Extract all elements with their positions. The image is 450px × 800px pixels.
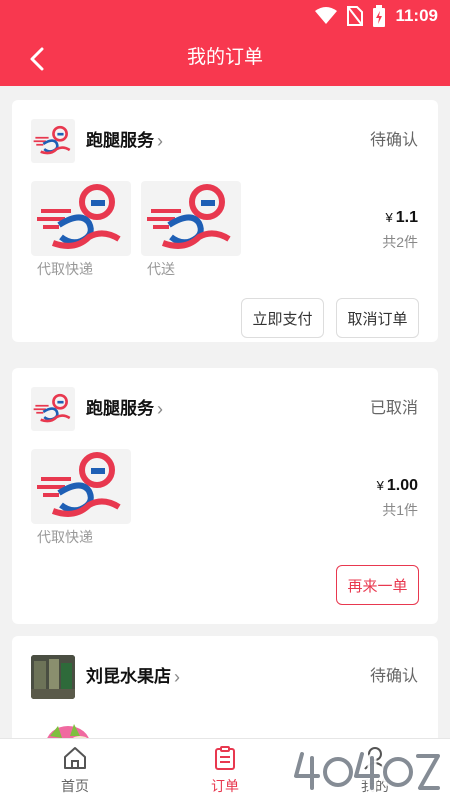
navigation-bar: 我的订单 (0, 32, 450, 86)
item-image (31, 449, 131, 524)
runner-logo-icon (33, 393, 71, 423)
store-logo (31, 387, 75, 431)
store-name-link[interactable]: 刘昆水果店 › (86, 666, 180, 688)
status-bar: 11:09 (0, 0, 450, 32)
fruit-item-image (40, 716, 120, 738)
order-item[interactable]: 代取快递 (31, 449, 131, 546)
runner-logo-icon (37, 184, 121, 249)
store-name: 跑腿服务 (86, 131, 154, 150)
store-name-link[interactable]: 跑腿服务 › (86, 398, 163, 420)
price-value: 1.1 (395, 209, 418, 226)
item-label: 代取快递 (37, 261, 93, 277)
wifi-icon (315, 7, 338, 24)
currency-symbol: ¥ (385, 210, 393, 225)
item-label: 代送 (147, 261, 175, 277)
cancel-order-button[interactable]: 取消订单 (336, 298, 419, 338)
order-card[interactable]: 跑腿服务 › 待确认 代取快递 代送 ¥ 1.1 共2件 立即支付 取消订单 (12, 100, 438, 342)
runner-logo-icon (37, 452, 121, 517)
watermark-logo (291, 744, 443, 796)
watermark-logo-icon (291, 749, 443, 793)
home-icon (64, 747, 86, 769)
dragon-fruit-icon (47, 724, 89, 738)
order-icon (215, 746, 235, 770)
store-name: 刘昆水果店 (86, 667, 171, 686)
tab-label: 首页 (61, 778, 89, 794)
chevron-right-icon: › (157, 131, 163, 151)
chevron-right-icon: › (174, 667, 180, 687)
order-status: 待确认 (369, 668, 418, 685)
reorder-button[interactable]: 再来一单 (336, 565, 419, 605)
currency-symbol: ¥ (376, 478, 384, 493)
item-image (31, 181, 131, 256)
runner-logo-icon (147, 184, 231, 249)
store-logo (31, 655, 75, 699)
item-count: 共2件 (382, 234, 418, 250)
tab-label: 订单 (211, 778, 239, 794)
status-icons: 11:09 (315, 5, 438, 27)
item-label: 代取快递 (37, 529, 93, 545)
order-status: 已取消 (369, 400, 418, 417)
no-sim-icon (347, 6, 364, 26)
order-price: ¥1.00 (377, 476, 418, 496)
tab-orders[interactable]: 订单 (150, 739, 300, 800)
battery-icon (373, 5, 386, 27)
fruit-shop-photo-icon (31, 655, 75, 699)
item-count: 共1件 (382, 502, 418, 518)
order-price: ¥1.1 (386, 208, 418, 228)
order-card[interactable]: 刘昆水果店 › 待确认 (12, 636, 438, 738)
order-item[interactable]: 代送 (141, 181, 241, 278)
runner-logo-icon (33, 125, 71, 155)
order-item[interactable]: 代取快递 (31, 181, 131, 278)
item-image (141, 181, 241, 256)
store-name-link[interactable]: 跑腿服务 › (86, 130, 163, 152)
order-list[interactable]: 跑腿服务 › 待确认 代取快递 代送 ¥ 1.1 共2件 立即支付 取消订单 跑… (0, 86, 450, 738)
chevron-right-icon: › (157, 399, 163, 419)
order-card[interactable]: 跑腿服务 › 已取消 代取快递 ¥1.00 共1件 再来一单 (12, 368, 438, 624)
page-title: 我的订单 (186, 47, 263, 68)
price-value: 1.00 (386, 477, 418, 494)
status-time: 11:09 (395, 6, 438, 25)
pay-now-button[interactable]: 立即支付 (241, 298, 324, 338)
store-name: 跑腿服务 (86, 399, 154, 418)
order-status: 待确认 (369, 132, 418, 149)
store-logo (31, 119, 75, 163)
tab-home[interactable]: 首页 (0, 739, 150, 800)
